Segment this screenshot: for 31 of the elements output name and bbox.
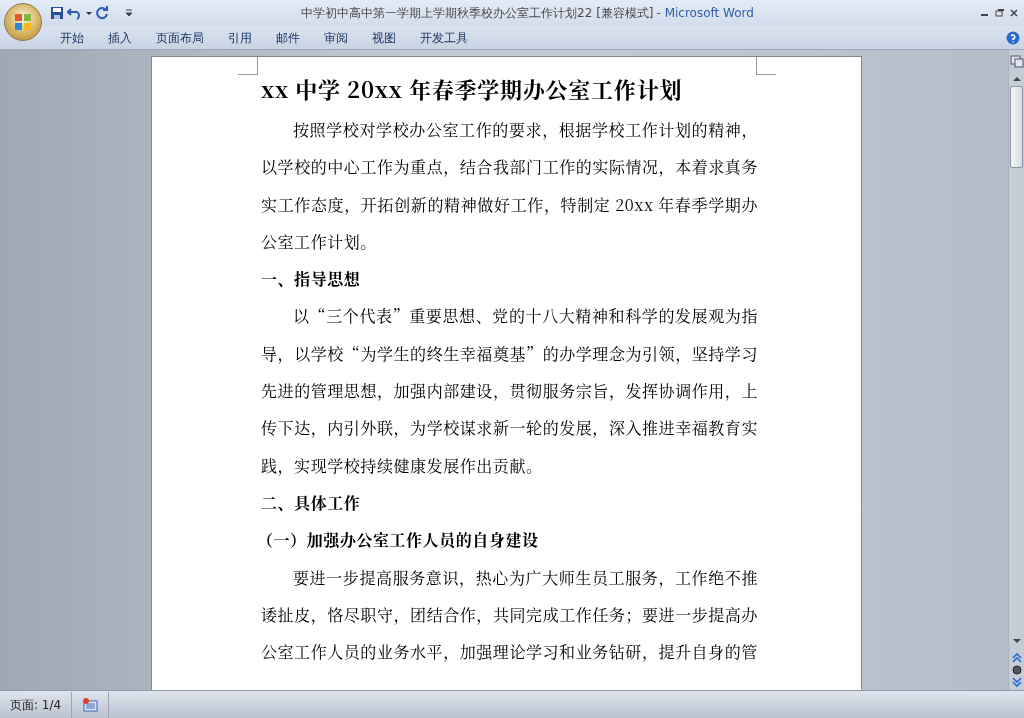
close-icon[interactable]	[1010, 9, 1018, 17]
body-paragraph: 要进一步提高服务意识，热心为广大师生员工服务，工作绝不推诿扯皮，恪尽职守，团结合作，共同完成工作任务；要进一步提高办公室工作人员的业务水平，加强理论学习和业务钻研，提升自身的管	[261, 564, 758, 666]
scroll-thumb[interactable]	[1010, 86, 1023, 168]
ribbon-tab[interactable]: 引用	[216, 28, 264, 47]
restore-icon[interactable]	[995, 9, 1004, 17]
ribbon-tab[interactable]: 邮件	[264, 28, 312, 47]
help-icon[interactable]	[1006, 30, 1020, 45]
redo-icon[interactable]	[95, 6, 109, 20]
app-name: - Microsoft Word	[656, 5, 754, 22]
ribbon-tab[interactable]: 开发工具	[408, 28, 480, 47]
ribbon-tab[interactable]: 页面布局	[144, 28, 216, 47]
crop-mark	[756, 57, 776, 75]
undo-icon[interactable]	[67, 6, 83, 20]
section-heading: 一、指导思想	[261, 266, 362, 293]
body-paragraph: 按照学校对学校办公室工作的要求，根据学校工作计划的精神，以学校的中心工作为重点，结合我部门工作的实际情况，本着求真务实工作态度，开拓创新的精神做好工作，特制定 20xx 年春季学期办公室工作计划。	[261, 117, 758, 255]
ribbon-tab[interactable]: 视图	[360, 28, 408, 47]
ribbon-tab[interactable]: 开始	[48, 28, 96, 47]
proofing-icon[interactable]	[82, 697, 99, 712]
window-title: 中学初中高中第一学期上学期秋季校办公室工作计划22 [兼容模式]	[301, 5, 654, 22]
page-indicator[interactable]: 页面: 1/4	[0, 691, 73, 718]
ruler-toggle-icon[interactable]	[1010, 54, 1024, 68]
ribbon-tab[interactable]: 审阅	[312, 28, 360, 47]
section-heading: 二、具体工作	[261, 489, 362, 516]
crop-mark	[238, 57, 258, 75]
office-button[interactable]	[4, 3, 42, 41]
browse-object-icon[interactable]	[1010, 664, 1024, 676]
subsection-heading: （一）加强办公室工作人员的自身建设	[257, 527, 540, 554]
save-icon[interactable]	[50, 6, 64, 20]
ribbon-tab[interactable]: 插入	[96, 28, 144, 47]
body-paragraph: 以“三个代表”重要思想、党的十八大精神和科学的发展观为指导，以学校“为学生的终生幸福奠基”的办学理念为引领，坚持学习先进的管理思想，加强内部建设，贯彻服务宗旨，发挥协调作用，上传下达，内引外联，为学校谋求新一轮的发展，深入推进幸福教育实践，实现学校持续健康发展作出贡献。	[261, 303, 758, 479]
document-title: xx 中学 20xx 年春季学期办公室工作计划	[261, 72, 684, 106]
